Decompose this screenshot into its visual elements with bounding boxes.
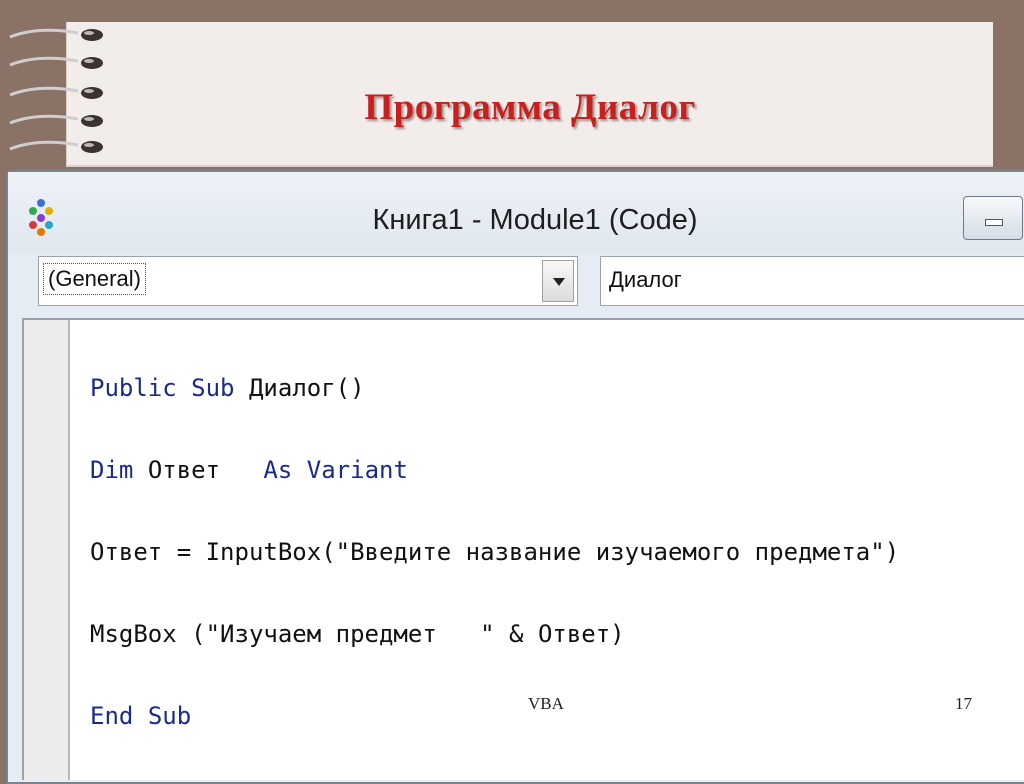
dropdown-arrow-icon xyxy=(553,278,565,286)
slide-title: Программа Диалог xyxy=(364,87,696,128)
ring xyxy=(8,86,108,100)
code-line-1: Public Sub Диалог() xyxy=(90,374,365,402)
keyword: Public xyxy=(90,374,177,402)
keyword: End xyxy=(90,702,134,730)
ring xyxy=(8,28,108,42)
object-combo[interactable]: (General) xyxy=(38,256,578,306)
minimize-icon xyxy=(985,219,1003,226)
object-combo-dropdown-button[interactable] xyxy=(542,260,574,302)
code-editor[interactable]: Public Sub Диалог() Dim Ответ As Variant… xyxy=(22,318,1024,780)
code-token: Ответ xyxy=(147,456,221,484)
procedure-combo-value: Диалог xyxy=(609,267,682,292)
ring xyxy=(8,140,108,154)
keyword: Sub xyxy=(191,374,235,402)
code-text: Public Sub Диалог() Dim Ответ As Variant… xyxy=(90,320,899,730)
window-title: Книга1 - Module1 (Code) xyxy=(372,204,698,236)
code-line-3: Ответ = InputBox("Введите название изуча… xyxy=(90,538,900,566)
window-titlebar[interactable]: Книга1 - Module1 (Code) xyxy=(8,172,1024,252)
code-line-2: Dim Ответ As Variant xyxy=(90,456,408,484)
notebook-paper: Программа Диалог xyxy=(66,22,993,167)
code-margin xyxy=(24,320,70,780)
code-window: Книга1 - Module1 (Code) (General) Диалог… xyxy=(6,170,1024,784)
procedure-combo[interactable]: Диалог xyxy=(600,256,1024,306)
code-token: Диалог() xyxy=(248,374,365,402)
code-token: Ответ) xyxy=(537,620,625,648)
slide-footer-label: VBA xyxy=(528,694,564,713)
code-line-5: End Sub xyxy=(90,702,191,730)
ring xyxy=(8,56,108,70)
ring xyxy=(8,114,108,128)
keyword: Sub xyxy=(147,702,192,730)
code-token: & xyxy=(509,620,524,648)
keyword: As xyxy=(263,456,293,484)
keyword: Dim xyxy=(90,456,134,484)
slide-header-band: Программа Диалог xyxy=(0,0,1024,172)
minimize-button[interactable] xyxy=(963,196,1023,240)
code-token: MsgBox ("Изучаем предмет " xyxy=(90,620,495,648)
code-line-4: MsgBox ("Изучаем предмет " & Ответ) xyxy=(90,620,625,648)
keyword: Variant xyxy=(306,456,408,484)
slide-page-number: 17 xyxy=(955,694,972,713)
object-combo-value: (General) xyxy=(43,263,146,295)
spiral-binding-icon xyxy=(8,28,118,168)
